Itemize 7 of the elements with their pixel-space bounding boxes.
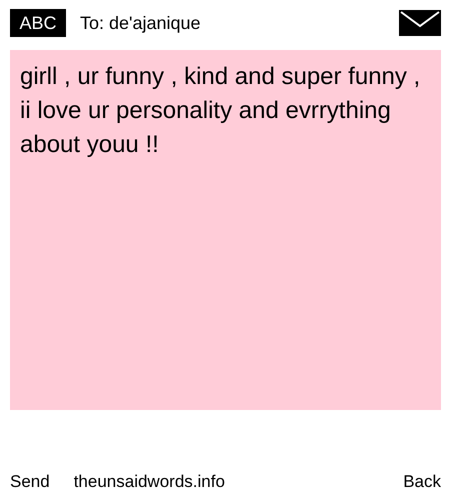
site-link[interactable]: theunsaidwords.info bbox=[74, 469, 225, 495]
envelope-icon[interactable] bbox=[399, 10, 441, 36]
message-text: girll , ur funny , kind and super funny , ii love ur personality and evrrything about youu !! bbox=[10, 50, 441, 410]
back-link[interactable]: Back bbox=[403, 469, 441, 495]
send-link[interactable]: Send bbox=[10, 469, 50, 495]
recipient-label: To: de'ajanique bbox=[80, 12, 201, 35]
logo: ABC bbox=[10, 9, 66, 37]
